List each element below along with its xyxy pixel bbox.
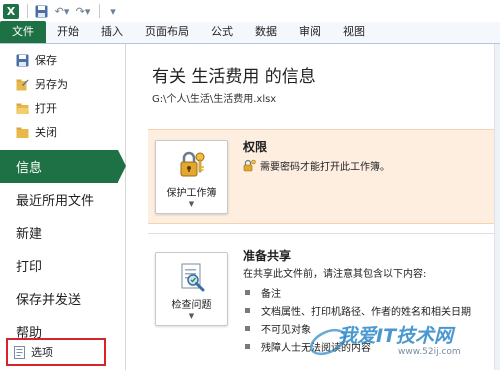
open-folder-icon <box>16 103 29 114</box>
nav-print[interactable]: 打印 <box>0 249 125 282</box>
quick-access-toolbar: X ↶▾ ↷▾ ▾ <box>0 0 500 22</box>
save-icon <box>16 54 29 66</box>
ribbon-tabs: 文件 开始 插入 页面布局 公式 数据 审阅 视图 <box>0 21 500 44</box>
protect-workbook-label: 保护工作簿 <box>166 188 217 199</box>
nav-info-label: 信息 <box>16 161 43 176</box>
close-folder-icon <box>16 127 29 138</box>
prepare-sharing-description: 在共享此文件前，请注意其包含以下内容: <box>243 269 427 280</box>
permissions-heading: 权限 <box>243 140 268 154</box>
nav-close-label: 关闭 <box>35 126 57 139</box>
tab-formulas[interactable]: 公式 <box>200 21 244 43</box>
toolbar-separator <box>99 4 100 18</box>
options-icon <box>14 345 25 359</box>
lock-key-icon <box>176 149 208 181</box>
permissions-description: 需要密码才能打开此工作簿。 <box>260 162 390 173</box>
nav-open[interactable]: 打开 <box>0 96 125 120</box>
nav-recent[interactable]: 最近所用文件 <box>0 183 125 216</box>
toolbar-separator <box>27 4 28 18</box>
bullet-icon <box>245 325 250 331</box>
file-path: G:\个人\生活\生活费用.xlsx <box>152 94 277 105</box>
protect-workbook-button[interactable]: 保护工作簿 ▼ <box>155 140 228 214</box>
nav-close[interactable]: 关闭 <box>0 120 125 144</box>
save-icon[interactable] <box>32 2 50 20</box>
bullet-icon <box>245 343 250 349</box>
nav-open-label: 打开 <box>35 102 57 115</box>
prepare-sharing-heading: 准备共享 <box>243 249 292 263</box>
excel-icon[interactable]: X <box>2 2 20 20</box>
nav-save-as-label: 另存为 <box>35 78 68 91</box>
undo-icon[interactable]: ↶▾ <box>53 2 71 20</box>
backstage-nav: 保存 另存为 打开 关闭 信息 最近所用文件 新建 打印 保存并发送 帮助 选项 <box>0 44 126 370</box>
tab-review[interactable]: 审阅 <box>288 21 332 43</box>
permissions-section: 保护工作簿 ▼ 权限 需要密码才能打开此工作簿。 <box>148 129 500 224</box>
tab-data[interactable]: 数据 <box>244 21 288 43</box>
nav-options[interactable]: 选项 <box>6 338 106 366</box>
page-title: 有关 生活费用 的信息 <box>152 67 316 87</box>
check-issues-label: 检查问题 <box>171 300 212 311</box>
tab-insert[interactable]: 插入 <box>90 21 134 43</box>
bullet-icon <box>245 307 250 313</box>
nav-save-send[interactable]: 保存并发送 <box>0 282 125 315</box>
tab-page-layout[interactable]: 页面布局 <box>134 21 200 43</box>
nav-save[interactable]: 保存 <box>0 48 125 72</box>
tab-file[interactable]: 文件 <box>0 21 46 43</box>
nav-new[interactable]: 新建 <box>0 216 125 249</box>
section-divider <box>148 233 500 234</box>
watermark-text: 我爱IT技术网 <box>338 325 454 347</box>
tab-home[interactable]: 开始 <box>46 21 90 43</box>
nav-save-send-label: 保存并发送 <box>16 293 82 308</box>
inspect-document-icon <box>176 261 208 293</box>
tab-view[interactable]: 视图 <box>332 21 376 43</box>
watermark: 我爱IT技术网 www.52ij.com <box>308 318 500 370</box>
password-lock-icon <box>243 159 256 172</box>
nav-options-label: 选项 <box>31 346 53 359</box>
chevron-down-icon: ▼ <box>188 200 195 208</box>
list-item: 文档属性、打印机路径、作者的姓名和相关日期 <box>245 301 471 319</box>
nav-info[interactable]: 信息 <box>0 150 126 183</box>
nav-print-label: 打印 <box>16 260 43 275</box>
save-as-icon <box>16 79 29 90</box>
bullet-icon <box>245 289 250 295</box>
customize-icon[interactable]: ▾ <box>104 2 122 20</box>
watermark-url: www.52ij.com <box>398 347 461 357</box>
nav-new-label: 新建 <box>16 227 43 242</box>
nav-save-label: 保存 <box>35 54 57 67</box>
permissions-description-row: 需要密码才能打开此工作簿。 <box>243 158 390 173</box>
list-item: 备注 <box>245 283 471 301</box>
nav-recent-label: 最近所用文件 <box>16 194 95 209</box>
nav-save-as[interactable]: 另存为 <box>0 72 125 96</box>
redo-icon[interactable]: ↷▾ <box>74 2 92 20</box>
check-issues-button[interactable]: 检查问题 ▼ <box>155 252 228 326</box>
chevron-down-icon: ▼ <box>188 312 195 320</box>
